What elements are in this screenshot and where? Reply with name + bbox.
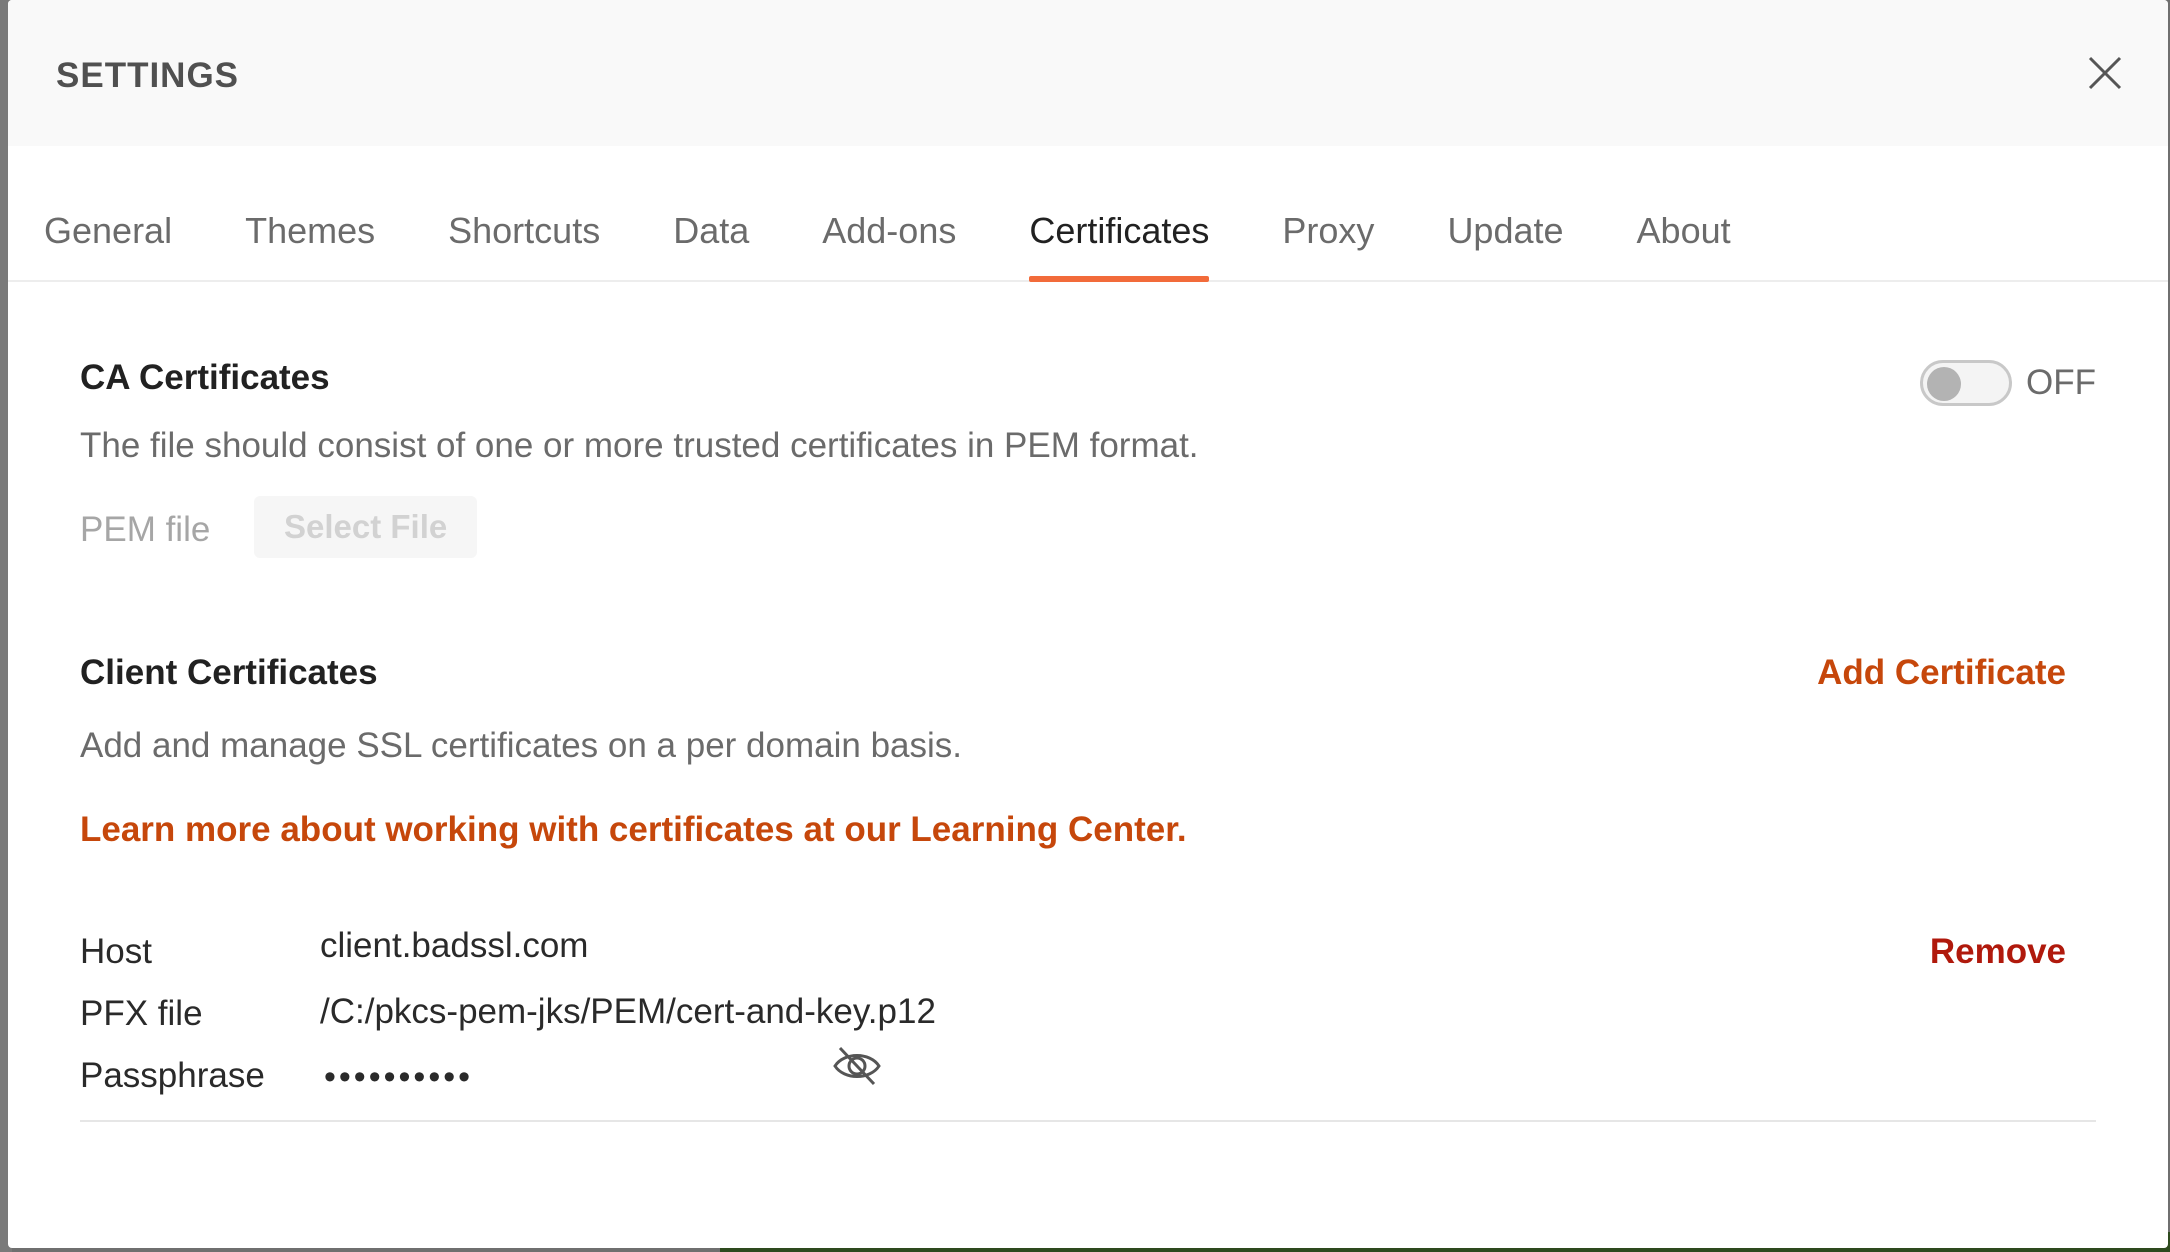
ca-certificates-toggle[interactable]	[1920, 360, 2013, 406]
pfx-file-label: PFX file	[80, 994, 203, 1033]
tab-about[interactable]: About	[1637, 210, 1731, 280]
tab-shortcuts[interactable]: Shortcuts	[448, 210, 600, 280]
host-value: client.badssl.com	[320, 926, 589, 965]
pem-file-label: PEM file	[80, 510, 211, 549]
close-button[interactable]	[2082, 50, 2128, 96]
pfx-file-value: /C:/pkcs-pem-jks/PEM/cert-and-key.p12	[320, 992, 936, 1031]
remove-certificate-button[interactable]: Remove	[1930, 932, 2066, 972]
client-description: Add and manage SSL certificates on a per…	[80, 726, 963, 765]
certificate-divider	[80, 1120, 2096, 1122]
tab-add-ons[interactable]: Add-ons	[822, 210, 956, 280]
settings-tabs: General Themes Shortcuts Data Add-ons Ce…	[8, 146, 2168, 282]
tab-data[interactable]: Data	[673, 210, 749, 280]
select-file-button[interactable]: Select File	[254, 496, 478, 558]
settings-modal: SETTINGS General Themes Shortcuts Data A…	[8, 0, 2168, 1248]
tab-proxy[interactable]: Proxy	[1282, 210, 1374, 280]
add-certificate-button[interactable]: Add Certificate	[1817, 653, 2066, 693]
tab-certificates[interactable]: Certificates	[1029, 210, 1210, 282]
eye-off-icon	[833, 1046, 881, 1086]
learning-center-link[interactable]: Learn more about working with certificat…	[80, 810, 1187, 850]
client-certificates-title: Client Certificates	[80, 653, 378, 692]
tab-update[interactable]: Update	[1447, 210, 1563, 280]
close-icon	[2088, 56, 2122, 90]
host-label: Host	[80, 932, 152, 971]
modal-header: SETTINGS	[8, 0, 2168, 146]
tab-general[interactable]: General	[44, 210, 172, 280]
toggle-knob	[1927, 367, 1962, 401]
ca-description: The file should consist of one or more t…	[80, 426, 1199, 465]
passphrase-label: Passphrase	[80, 1056, 265, 1095]
modal-title: SETTINGS	[56, 56, 240, 95]
passphrase-value: ••••••••••	[324, 1058, 474, 1096]
toggle-passphrase-visibility[interactable]	[832, 1044, 882, 1088]
ca-certificates-title: CA Certificates	[80, 358, 330, 397]
tab-themes[interactable]: Themes	[245, 210, 375, 280]
ca-toggle-group: OFF	[1920, 360, 2096, 406]
toggle-state-label: OFF	[2026, 363, 2096, 402]
